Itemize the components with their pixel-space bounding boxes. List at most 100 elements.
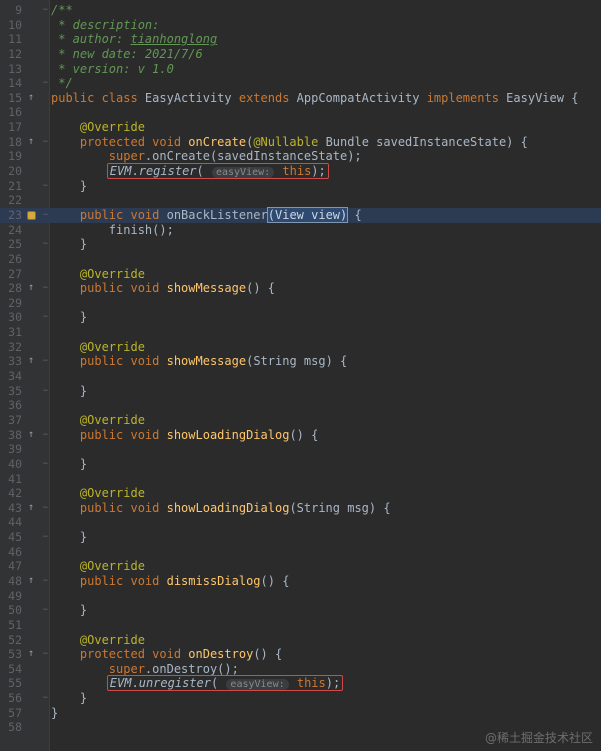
- token-comment: */: [51, 76, 73, 91]
- code-text[interactable]: }: [51, 603, 601, 618]
- code-text[interactable]: public class EasyActivity extends AppCom…: [51, 91, 601, 106]
- code-text[interactable]: @Override: [51, 559, 601, 574]
- code-line-51: 51: [0, 618, 601, 633]
- override-gutter-icon[interactable]: ↑: [22, 281, 40, 296]
- fold-marker[interactable]: −: [40, 691, 51, 706]
- fold-marker[interactable]: −: [40, 530, 51, 545]
- code-line-19: 19 super.onCreate(savedInstanceState);: [0, 149, 601, 164]
- code-text[interactable]: super.onDestroy();: [51, 662, 601, 677]
- code-text[interactable]: /**: [51, 3, 601, 18]
- fold-marker[interactable]: −: [40, 237, 51, 252]
- code-text[interactable]: super.onCreate(savedInstanceState);: [51, 149, 601, 164]
- token-static: EVM: [109, 164, 132, 179]
- code-text[interactable]: }: [51, 691, 601, 706]
- fold-marker[interactable]: −: [40, 354, 51, 369]
- code-text[interactable]: * description:: [51, 18, 601, 33]
- code-text[interactable]: * version: v 1.0: [51, 62, 601, 77]
- fold-marker[interactable]: −: [40, 428, 51, 443]
- fold-marker[interactable]: −: [40, 574, 51, 589]
- override-gutter-icon[interactable]: ↑: [22, 647, 40, 662]
- code-text[interactable]: [51, 369, 601, 384]
- code-text[interactable]: @Override: [51, 267, 601, 282]
- code-text[interactable]: public void onBackListener(View view) {: [51, 206, 601, 223]
- code-text[interactable]: public void showLoadingDialog(String msg…: [51, 501, 601, 516]
- code-text[interactable]: * author: tianhonglong: [51, 32, 601, 47]
- fold-marker[interactable]: −: [40, 135, 51, 150]
- code-text[interactable]: EVM.unregister( easyView: this);: [51, 675, 601, 692]
- fold-marker[interactable]: −: [40, 76, 51, 91]
- fold-marker[interactable]: −: [40, 457, 51, 472]
- code-text[interactable]: [51, 252, 601, 267]
- code-text[interactable]: [51, 325, 601, 340]
- token-keyword: public void: [79, 500, 167, 515]
- code-text[interactable]: }: [51, 706, 601, 721]
- code-text[interactable]: protected void onCreate(@Nullable Bundle…: [51, 135, 601, 150]
- fold-marker[interactable]: −: [40, 208, 51, 223]
- fold-marker[interactable]: −: [40, 281, 51, 296]
- code-text[interactable]: @Override: [51, 633, 601, 648]
- code-text[interactable]: [51, 589, 601, 604]
- line-number: 54: [8, 661, 22, 676]
- code-line-52: 52 @Override: [0, 633, 601, 648]
- code-text[interactable]: [51, 618, 601, 633]
- override-gutter-icon[interactable]: ↑: [22, 354, 40, 369]
- code-text[interactable]: [51, 545, 601, 560]
- code-text[interactable]: }: [51, 237, 601, 252]
- gutter-icon-slot: [22, 3, 40, 18]
- code-text[interactable]: public void showLoadingDialog() {: [51, 428, 601, 443]
- code-text[interactable]: finish();: [51, 223, 601, 238]
- code-line-35: 35 − }: [0, 384, 601, 399]
- code-text[interactable]: public void dismissDialog() {: [51, 574, 601, 589]
- fold-marker[interactable]: −: [40, 603, 51, 618]
- token-hint: easyView:: [211, 167, 275, 179]
- code-text[interactable]: [51, 296, 601, 311]
- code-text[interactable]: */: [51, 76, 601, 91]
- code-text[interactable]: public void showMessage(String msg) {: [51, 354, 601, 369]
- code-line-36: 36: [0, 398, 601, 413]
- token-plain: }: [51, 705, 59, 720]
- token-plain: (: [210, 676, 226, 691]
- code-lines[interactable]: 9−/** 10 * description: 11 * author: tianh…: [0, 0, 601, 735]
- override-gutter-icon[interactable]: ↑: [22, 135, 40, 150]
- code-text[interactable]: [51, 398, 601, 413]
- fold-marker[interactable]: −: [40, 310, 51, 325]
- fold-marker[interactable]: −: [40, 501, 51, 516]
- fold-marker[interactable]: −: [40, 3, 51, 18]
- token-plain: () {: [260, 573, 290, 588]
- code-text[interactable]: }: [51, 457, 601, 472]
- token-keyword: implements: [426, 90, 507, 105]
- code-text[interactable]: protected void onDestroy() {: [51, 647, 601, 662]
- code-editor[interactable]: 9−/** 10 * description: 11 * author: tianh…: [0, 0, 601, 751]
- override-gutter-icon[interactable]: ↑: [22, 501, 40, 516]
- code-text[interactable]: [51, 515, 601, 530]
- fold-marker[interactable]: −: [40, 179, 51, 194]
- code-text[interactable]: @Override: [51, 120, 601, 135]
- intention-bulb-icon[interactable]: [22, 208, 40, 223]
- code-text[interactable]: }: [51, 530, 601, 545]
- line-number: 10: [8, 17, 22, 32]
- code-text[interactable]: * new date: 2021/7/6: [51, 47, 601, 62]
- code-text[interactable]: [51, 442, 601, 457]
- code-text[interactable]: @Override: [51, 413, 601, 428]
- code-text[interactable]: public void showMessage() {: [51, 281, 601, 296]
- override-gutter-icon[interactable]: ↑: [22, 91, 40, 106]
- gutter-icon-slot: [22, 706, 40, 721]
- code-text[interactable]: [51, 193, 601, 208]
- override-gutter-icon[interactable]: ↑: [22, 428, 40, 443]
- code-text[interactable]: EVM.register( easyView: this);: [51, 163, 601, 180]
- fold-marker[interactable]: −: [40, 647, 51, 662]
- code-line-57: 57}: [0, 706, 601, 721]
- code-text[interactable]: }: [51, 384, 601, 399]
- code-text[interactable]: }: [51, 179, 601, 194]
- code-text[interactable]: [51, 105, 601, 120]
- code-text[interactable]: }: [51, 310, 601, 325]
- override-gutter-icon[interactable]: ↑: [22, 574, 40, 589]
- code-text[interactable]: [51, 472, 601, 487]
- token-static: EVM: [109, 676, 132, 691]
- code-text[interactable]: @Override: [51, 340, 601, 355]
- line-number: 14: [8, 76, 22, 91]
- token-keyword: this: [282, 164, 312, 179]
- fold-marker[interactable]: −: [40, 384, 51, 399]
- code-text[interactable]: @Override: [51, 486, 601, 501]
